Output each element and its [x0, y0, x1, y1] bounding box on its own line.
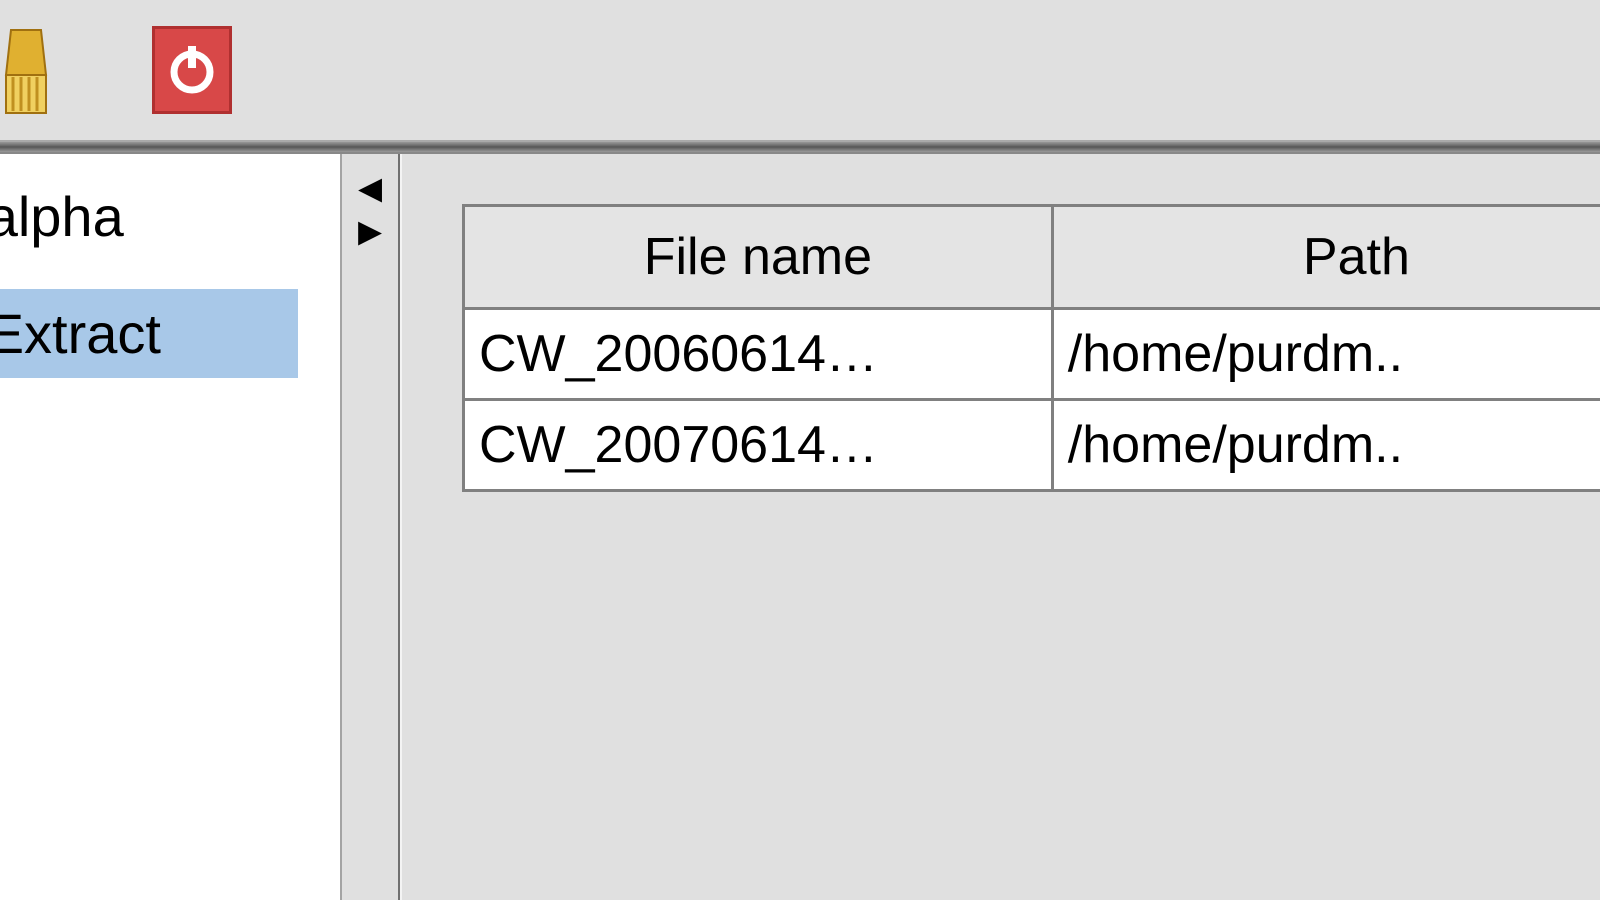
cell-path: /home/purdm..	[1052, 309, 1600, 400]
cell-filename: CW_20060614…	[464, 309, 1053, 400]
splitter-handle[interactable]: ◂ ▸	[340, 154, 400, 900]
sidebar-item-extract[interactable]: e/Extract	[0, 289, 298, 378]
column-header-filename[interactable]: File name	[464, 206, 1053, 309]
toolbar	[0, 0, 1600, 140]
brush-icon[interactable]	[0, 23, 52, 117]
cell-path: /home/purdm..	[1052, 400, 1600, 491]
content-panel: File name Path CW_20060614… /home/purdm.…	[400, 154, 1600, 900]
sidebar-title: 0 alpha	[0, 174, 340, 289]
main-area: 0 alpha e/Extract ◂ ▸ File name Path CW_…	[0, 154, 1600, 900]
power-icon[interactable]	[152, 26, 232, 114]
column-header-path[interactable]: Path	[1052, 206, 1600, 309]
cell-filename: CW_20070614…	[464, 400, 1053, 491]
table-row[interactable]: CW_20060614… /home/purdm..	[464, 309, 1600, 400]
table-row[interactable]: CW_20070614… /home/purdm..	[464, 400, 1600, 491]
file-table: File name Path CW_20060614… /home/purdm.…	[462, 204, 1600, 492]
toolbar-divider	[0, 140, 1600, 154]
chevron-left-icon: ◂	[358, 166, 382, 209]
empty-area	[462, 492, 1600, 892]
sidebar: 0 alpha e/Extract	[0, 154, 340, 900]
chevron-right-icon: ▸	[358, 209, 382, 252]
